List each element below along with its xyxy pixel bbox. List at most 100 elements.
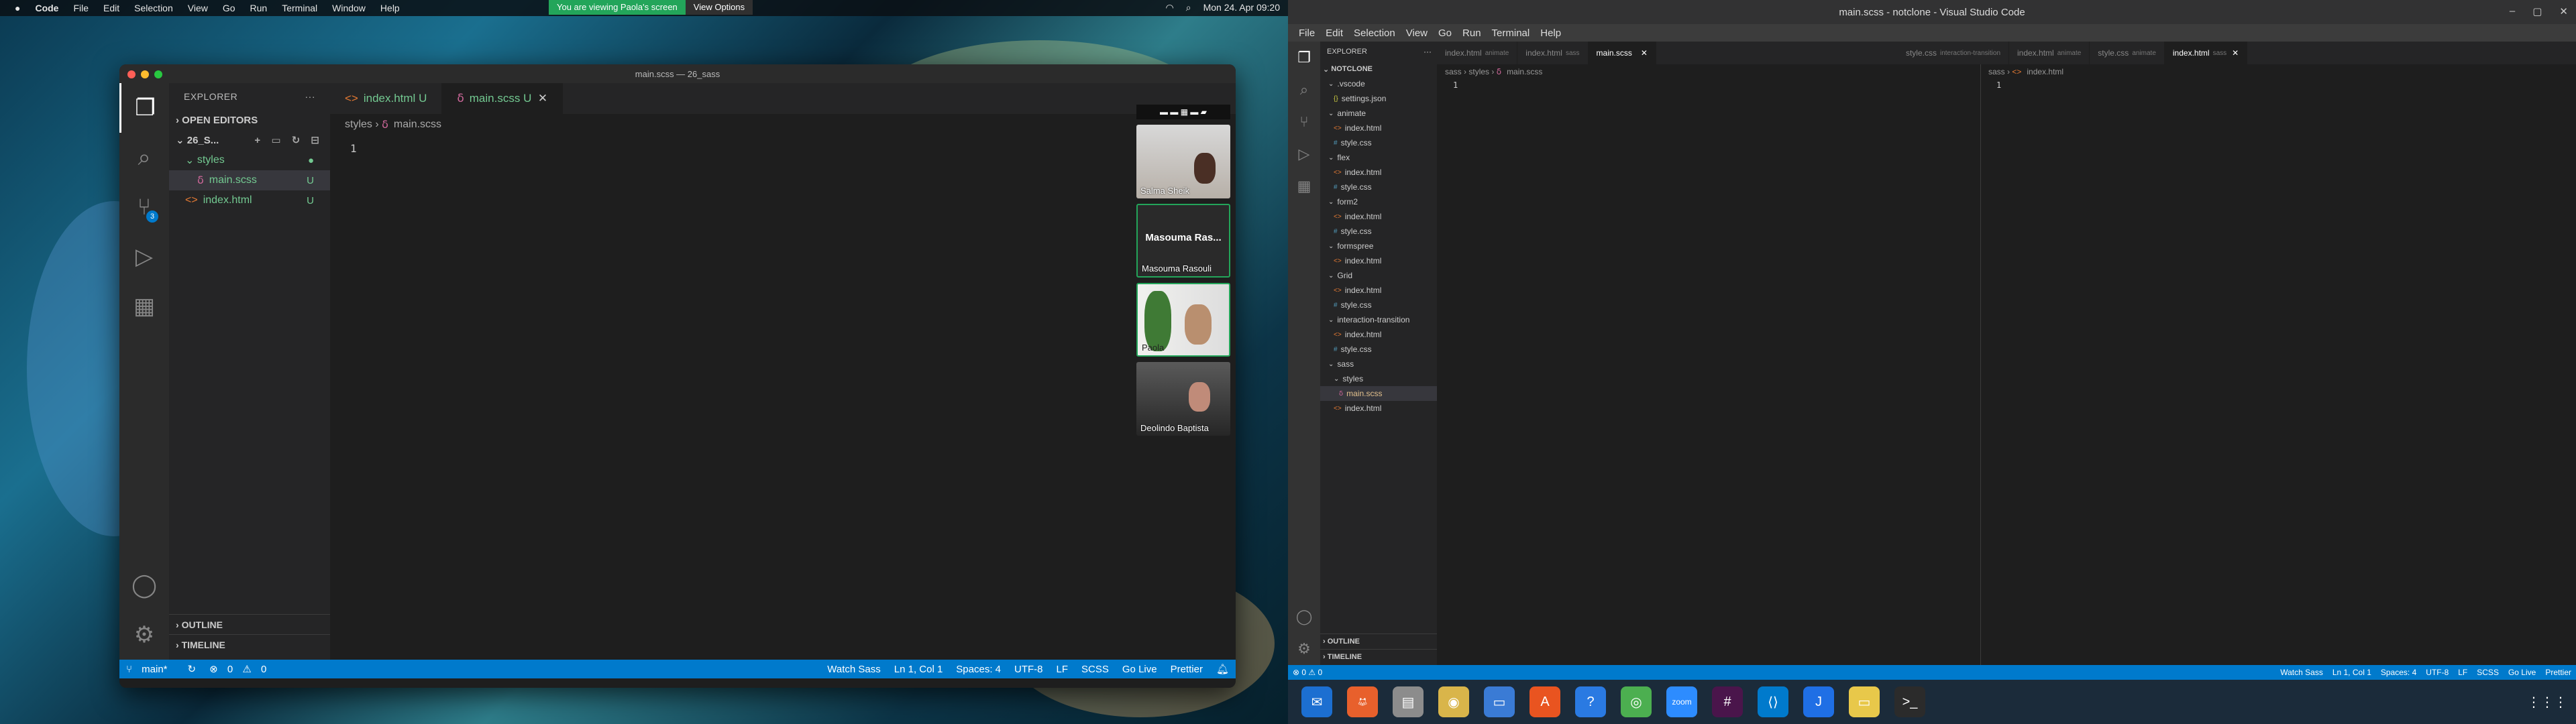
- go-live-button[interactable]: Go Live: [2508, 668, 2536, 677]
- wifi-icon[interactable]: ◠: [1166, 2, 1174, 13]
- gear-icon[interactable]: ⚙: [1288, 633, 1320, 665]
- editor-tab[interactable]: index.html animate: [2009, 42, 2090, 64]
- folder-item[interactable]: ⌄ Grid: [1320, 268, 1437, 283]
- account-icon[interactable]: ◯: [119, 560, 169, 610]
- menu-file[interactable]: File: [73, 3, 89, 13]
- file-item[interactable]: <> index.html: [1320, 121, 1437, 135]
- language-mode[interactable]: SCSS: [2477, 668, 2499, 677]
- minimize-icon[interactable]: –: [2510, 5, 2515, 17]
- rhythmbox-icon[interactable]: ◉: [1438, 686, 1469, 717]
- more-icon[interactable]: ···: [1424, 47, 1432, 56]
- editor-tab[interactable]: style.css animate: [2090, 42, 2165, 64]
- notes-icon[interactable]: ▭: [1849, 686, 1880, 717]
- menu-selection[interactable]: Selection: [1354, 27, 1395, 39]
- folder-item[interactable]: ⌄ formspree: [1320, 239, 1437, 253]
- outline-section[interactable]: › OUTLINE: [169, 614, 330, 634]
- gear-icon[interactable]: ⚙: [119, 610, 169, 660]
- file-index-html[interactable]: <> index.html U: [169, 190, 330, 210]
- video-tile[interactable]: Paola: [1136, 283, 1230, 357]
- explorer-actions[interactable]: + ▭ ↻ ⊟: [254, 134, 323, 146]
- file-item[interactable]: # style.css: [1320, 180, 1437, 194]
- menu-terminal[interactable]: Terminal: [282, 3, 317, 13]
- zoom-icon[interactable]: [154, 70, 162, 78]
- file-item[interactable]: <> index.html: [1320, 283, 1437, 298]
- more-icon[interactable]: ···: [305, 91, 316, 102]
- file-item[interactable]: {} settings.json: [1320, 91, 1437, 106]
- help-icon[interactable]: ?: [1575, 686, 1606, 717]
- open-editors-section[interactable]: › OPEN EDITORS: [169, 110, 330, 130]
- folder-item[interactable]: ⌄ animate: [1320, 106, 1437, 121]
- search-icon[interactable]: ⌕: [1186, 2, 1191, 13]
- menu-edit[interactable]: Edit: [1326, 27, 1343, 39]
- writer-icon[interactable]: ▭: [1484, 686, 1515, 717]
- software-icon[interactable]: A: [1529, 686, 1560, 717]
- timeline-section[interactable]: › TIMELINE: [169, 634, 330, 654]
- file-item[interactable]: <> index.html: [1320, 401, 1437, 416]
- apple-icon[interactable]: ●: [15, 3, 20, 13]
- menu-edit[interactable]: Edit: [103, 3, 119, 13]
- menu-window[interactable]: Window: [332, 3, 366, 13]
- menu-view[interactable]: View: [1406, 27, 1428, 39]
- menu-file[interactable]: File: [1299, 27, 1315, 39]
- file-item[interactable]: <> index.html: [1320, 209, 1437, 224]
- root-folder[interactable]: ⌄ NOTCLONE: [1320, 62, 1437, 76]
- problems-status[interactable]: ⊗ 0 ⚠ 0: [1293, 668, 1322, 677]
- run-debug-icon[interactable]: ▷: [119, 232, 169, 282]
- folder-item[interactable]: ⌄ styles: [1320, 371, 1437, 386]
- zoom-icon[interactable]: zoom: [1666, 686, 1697, 717]
- editor-tab[interactable]: main.scss ✕: [1588, 42, 1656, 64]
- source-control-icon[interactable]: ⑂ 3: [119, 182, 169, 232]
- sync-icon[interactable]: ↻: [188, 663, 197, 675]
- video-tile[interactable]: Masouma Ras... Masouma Rasouli: [1136, 204, 1230, 278]
- bell-icon[interactable]: 🔔︎: [1216, 663, 1229, 675]
- menu-go[interactable]: Go: [1438, 27, 1452, 39]
- firefox-icon[interactable]: 🦊︎: [1347, 686, 1378, 717]
- minimize-icon[interactable]: [141, 70, 149, 78]
- files-icon[interactable]: ▤: [1393, 686, 1424, 717]
- file-item[interactable]: # style.css: [1320, 298, 1437, 312]
- menu-run[interactable]: Run: [250, 3, 268, 13]
- view-options-button[interactable]: View Options: [685, 0, 753, 15]
- chrome-icon[interactable]: ◎: [1621, 686, 1652, 717]
- thunderbird-icon[interactable]: ✉: [1301, 686, 1332, 717]
- close-icon[interactable]: ✕: [2559, 5, 2568, 17]
- terminal-icon[interactable]: >_: [1894, 686, 1925, 717]
- folder-item[interactable]: ⌄ form2: [1320, 194, 1437, 209]
- folder-item[interactable]: ⌄ flex: [1320, 150, 1437, 165]
- encoding[interactable]: UTF-8: [1014, 664, 1043, 675]
- folder-item[interactable]: ⌄ .vscode: [1320, 76, 1437, 91]
- problems-status[interactable]: ⊗ 0 ⚠ 0: [209, 663, 273, 675]
- outline-section[interactable]: › OUTLINE: [1320, 634, 1437, 648]
- tab-index-html[interactable]: <> index.html U: [330, 83, 443, 114]
- tab-main-scss[interactable]: ẟ main.scss U ✕: [442, 83, 564, 114]
- menu-terminal[interactable]: Terminal: [1492, 27, 1530, 39]
- watch-sass-button[interactable]: Watch Sass: [827, 664, 880, 675]
- video-tile[interactable]: Salma Sheik: [1136, 125, 1230, 198]
- eol[interactable]: LF: [1057, 664, 1069, 675]
- encoding[interactable]: UTF-8: [2426, 668, 2449, 677]
- cursor-position[interactable]: Ln 1, Col 1: [2332, 668, 2371, 677]
- file-item[interactable]: # style.css: [1320, 224, 1437, 239]
- file-item[interactable]: <> index.html: [1320, 165, 1437, 180]
- menu-view[interactable]: View: [188, 3, 208, 13]
- extensions-icon[interactable]: ▦: [1288, 170, 1320, 202]
- folder-styles[interactable]: ⌄ styles ●: [169, 150, 330, 170]
- folder-item[interactable]: ⌄ sass: [1320, 357, 1437, 371]
- video-tile[interactable]: Deolindo Baptista: [1136, 362, 1230, 436]
- close-tab-icon[interactable]: ✕: [1641, 48, 1648, 58]
- slack-icon[interactable]: #: [1712, 686, 1743, 717]
- account-icon[interactable]: ◯: [1288, 601, 1320, 633]
- split-divider[interactable]: [1980, 64, 1981, 665]
- close-tab-icon[interactable]: ✕: [538, 92, 547, 105]
- search-icon[interactable]: ⌕: [1288, 74, 1320, 106]
- menu-help[interactable]: Help: [1540, 27, 1561, 39]
- files-icon[interactable]: ❐: [1288, 42, 1320, 74]
- menu-run[interactable]: Run: [1462, 27, 1481, 39]
- timeline-section[interactable]: › TIMELINE: [1320, 649, 1437, 664]
- menu-help[interactable]: Help: [380, 3, 400, 13]
- run-debug-icon[interactable]: ▷: [1288, 138, 1320, 170]
- source-control-icon[interactable]: ⑂: [1288, 106, 1320, 138]
- extensions-icon[interactable]: ▦: [119, 282, 169, 331]
- go-live-button[interactable]: Go Live: [1122, 664, 1157, 675]
- file-item[interactable]: <> index.html: [1320, 327, 1437, 342]
